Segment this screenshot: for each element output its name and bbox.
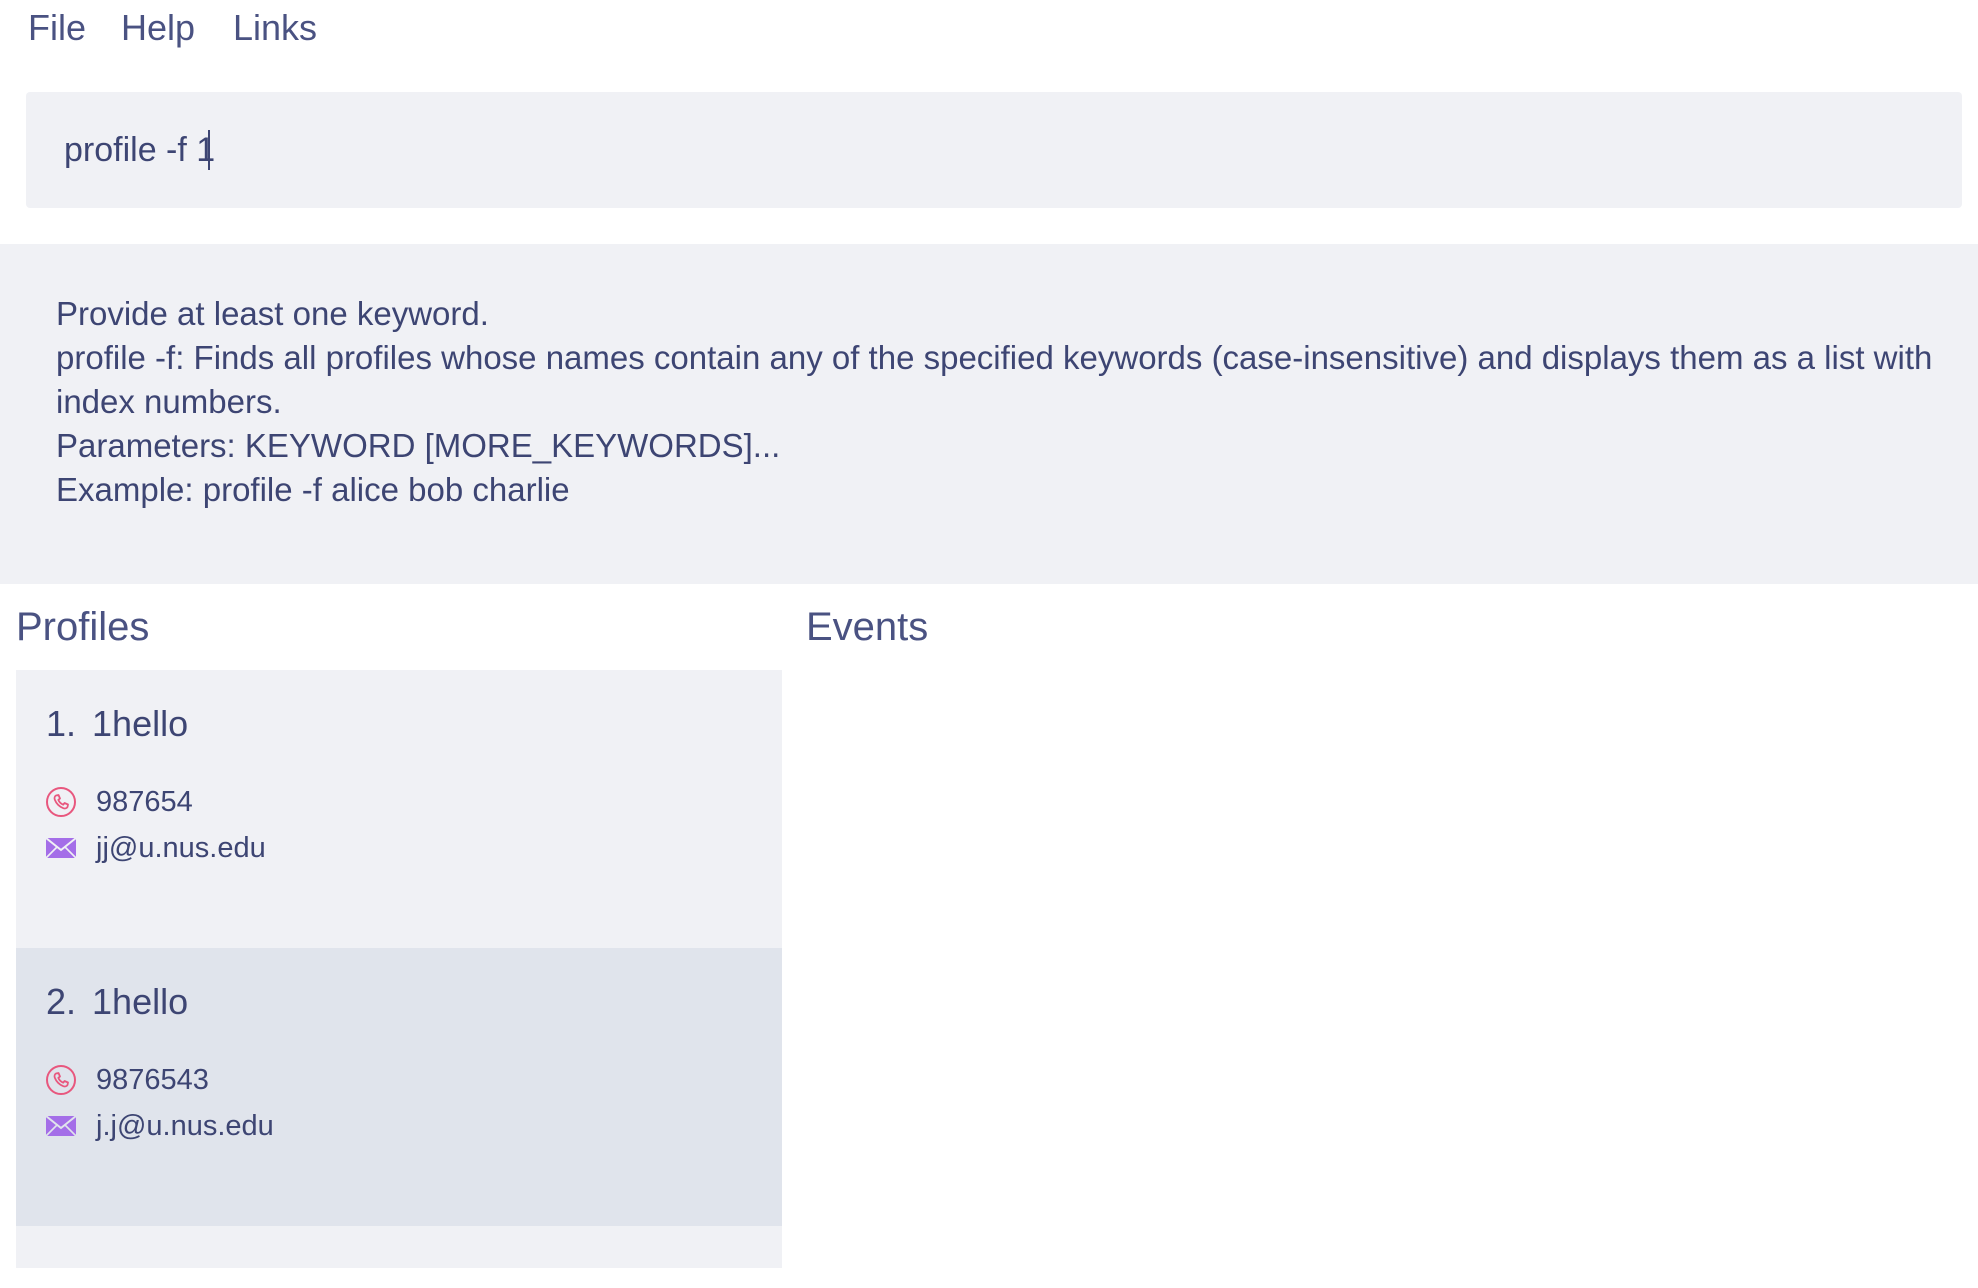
profile-email: jj@u.nus.edu <box>96 832 266 864</box>
profile-phone-row: 987654 <box>44 784 193 820</box>
profile-email-row: j.j@u.nus.edu <box>44 1108 274 1144</box>
events-title: Events <box>806 605 929 649</box>
text-caret <box>208 130 210 170</box>
profile-name-row: 2. 1hello <box>46 978 188 1026</box>
menu-help[interactable]: Help <box>121 4 195 52</box>
profiles-title: Profiles <box>16 605 150 649</box>
result-display: Provide at least one keyword. profile -f… <box>0 244 1978 584</box>
profile-card[interactable]: 1. 1hello 987654 jj@u.nus.edu <box>16 670 782 948</box>
event-list[interactable] <box>806 670 1962 1268</box>
profile-phone: 987654 <box>96 786 193 818</box>
profile-name: 1hello <box>92 703 189 744</box>
result-message: Provide at least one keyword. profile -f… <box>56 295 1933 508</box>
profile-name-row: 1. 1hello <box>46 700 188 748</box>
profile-name: 1hello <box>92 981 189 1022</box>
command-input[interactable] <box>64 120 1924 180</box>
profile-phone: 9876543 <box>96 1064 209 1096</box>
profile-index: 2. <box>46 981 77 1022</box>
command-box <box>26 92 1962 208</box>
phone-icon <box>44 785 78 819</box>
email-icon <box>44 1109 78 1143</box>
profile-list[interactable]: 1. 1hello 987654 jj@u.nus.edu 2. 1hello … <box>16 670 782 1268</box>
profile-phone-row: 9876543 <box>44 1062 209 1098</box>
email-icon <box>44 831 78 865</box>
profile-card-selected[interactable]: 2. 1hello 9876543 j.j@u.nus.edu <box>16 948 782 1226</box>
profile-email-row: jj@u.nus.edu <box>44 830 266 866</box>
profile-email: j.j@u.nus.edu <box>96 1110 274 1142</box>
menu-links[interactable]: Links <box>233 4 317 52</box>
phone-icon <box>44 1063 78 1097</box>
app-window: File Help Links Provide at least one key… <box>0 0 1978 1288</box>
profile-index: 1. <box>46 703 77 744</box>
menu-file[interactable]: File <box>28 4 86 52</box>
menu-bar: File Help Links <box>0 0 1978 60</box>
